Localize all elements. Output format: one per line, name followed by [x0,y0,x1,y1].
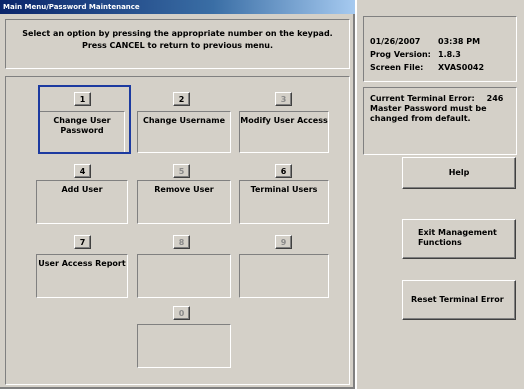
reset-button-label: Reset Terminal Error [411,295,504,304]
option-6-key[interactable]: 6 [275,164,292,178]
option-3-button[interactable]: Modify User Access [239,111,329,153]
error-message: Master Password must be changed from def… [370,104,487,123]
title-bar: Main Menu/Password Maintenance [0,0,355,14]
reset-terminal-error-button[interactable]: Reset Terminal Error [402,280,516,320]
error-panel: Current Terminal Error: 246 Master Passw… [363,87,517,155]
time-value: 03:38 PM [438,37,481,46]
option-7-button[interactable]: User Access Report [36,254,128,298]
option-5-button[interactable]: Remove User [137,180,231,224]
screen-file-label: Screen File: [370,63,424,72]
option-9-button[interactable] [239,254,329,298]
option-3-key[interactable]: 3 [275,92,292,106]
instructions-line-1: Select an option by pressing the appropr… [22,29,333,38]
option-8-button[interactable] [137,254,231,298]
prog-version-value: 1.8.3 [438,50,461,59]
date-time-row: 01/26/2007 03:38 PM [370,35,516,48]
option-5-key[interactable]: 5 [173,164,190,178]
status-info-panel: 01/26/2007 03:38 PM Prog Version: 1.8.3 … [363,16,517,82]
option-8-key[interactable]: 8 [173,235,190,249]
option-7-key[interactable]: 7 [74,235,91,249]
error-code: 246 [486,94,504,103]
option-0-button[interactable] [137,324,231,368]
exit-management-button[interactable]: Exit Management Functions [402,219,516,259]
instructions-panel: Select an option by pressing the appropr… [5,19,350,69]
option-9-key[interactable]: 9 [275,235,292,249]
selection-highlight [38,85,131,154]
option-4-button[interactable]: Add User [36,180,128,224]
screen-file-value: XVAS0042 [438,63,485,72]
prog-version-row: Prog Version: 1.8.3 [370,48,516,61]
option-0-key[interactable]: 0 [173,306,190,320]
window-title: Main Menu/Password Maintenance [3,3,140,11]
error-header: Current Terminal Error: 246 [370,94,516,104]
date-value: 01/26/2007 [370,37,421,46]
instructions-line-2: Press CANCEL to return to previous menu. [81,41,274,50]
help-button[interactable]: Help [402,157,516,189]
screen-file-row: Screen File: XVAS0042 [370,61,516,74]
option-6-button[interactable]: Terminal Users [239,180,329,224]
option-4-key[interactable]: 4 [74,164,91,178]
option-2-button[interactable]: Change Username [137,111,231,153]
error-label: Current Terminal Error: [370,94,475,103]
exit-button-line-1: Exit Management [418,228,497,237]
exit-button-line-2: Functions [418,238,462,247]
option-2-key[interactable]: 2 [173,92,190,106]
prog-version-label: Prog Version: [370,50,431,59]
help-button-label: Help [448,168,470,177]
